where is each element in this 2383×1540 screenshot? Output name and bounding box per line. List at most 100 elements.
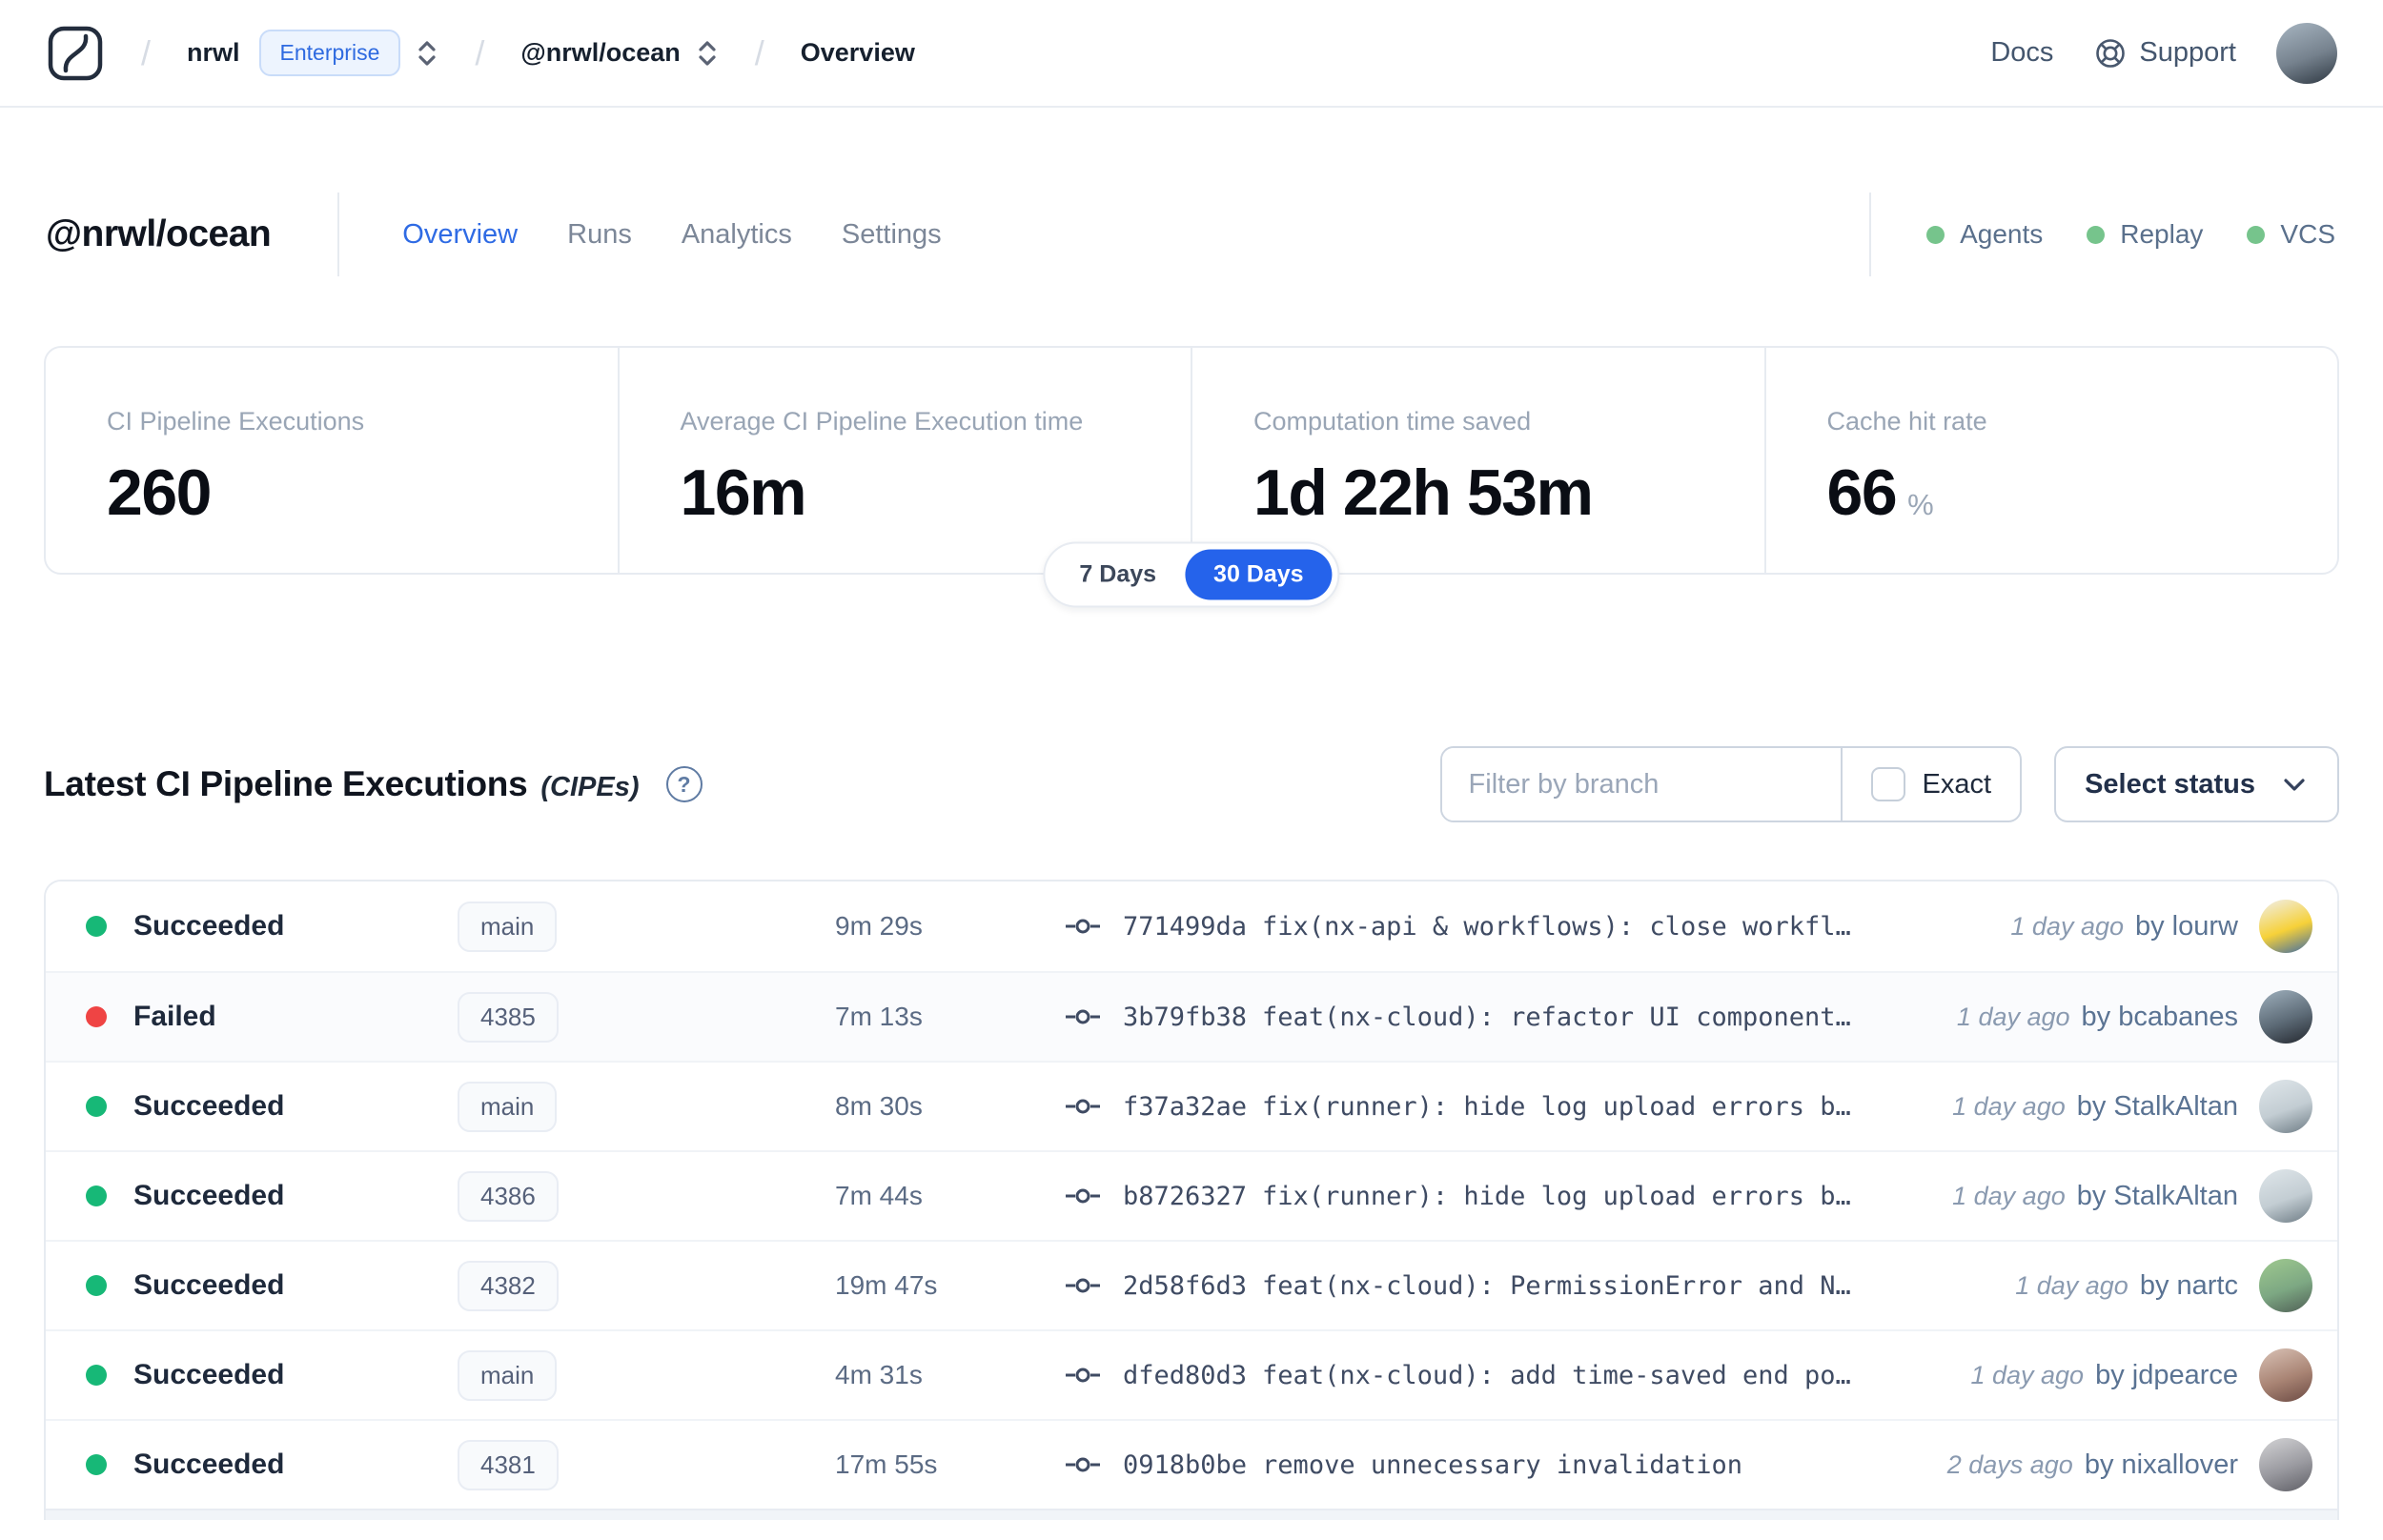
branch-badge[interactable]: 4382	[458, 1260, 559, 1311]
breadcrumb-workspace[interactable]: @nrwl/ocean	[520, 38, 680, 68]
breadcrumb-slash: /	[141, 32, 152, 72]
period-option-30-days[interactable]: 30 Days	[1185, 549, 1333, 600]
execution-time-ago: 1 day ago	[1956, 1002, 2070, 1031]
execution-row[interactable]: Failed 4385 7m 13s 3b79fb38 feat(nx-cloud…	[46, 971, 2337, 1061]
executions-subtitle: (CIPEs)	[540, 772, 640, 802]
status-dot-icon	[86, 1365, 107, 1386]
exact-label: Exact	[1922, 768, 1992, 800]
stat-card-average-execution-time: Average CI Pipeline Execution time 16m	[617, 348, 1192, 573]
author-avatar	[2259, 990, 2312, 1044]
exact-checkbox[interactable]	[1870, 767, 1905, 801]
git-commit-icon	[1066, 1368, 1100, 1383]
divider	[1869, 192, 1872, 276]
commit-text[interactable]: 0918b0be remove unnecessary invalidation	[1123, 1450, 1742, 1480]
commit-message: fix(runner): hide log upload errors b…	[1262, 1181, 1851, 1211]
executions-rows: Succeeded main 9m 29s 771499da fix(nx-api…	[46, 881, 2337, 1509]
tab-settings[interactable]: Settings	[842, 219, 942, 251]
stat-value: 1d 22h 53m	[1253, 456, 1594, 529]
stat-value: 66	[1826, 456, 1898, 529]
branch-filter-input[interactable]	[1441, 748, 1841, 821]
commit-text[interactable]: 2d58f6d3 feat(nx-cloud): PermissionError …	[1123, 1271, 1851, 1301]
commit-hash: 3b79fb38	[1123, 1002, 1248, 1032]
commit-hash: 2d58f6d3	[1123, 1270, 1248, 1301]
org-switcher-chevron-icon[interactable]	[416, 37, 438, 70]
branch-badge[interactable]: main	[458, 1081, 558, 1132]
git-commit-icon	[1066, 1188, 1100, 1204]
breadcrumb-org[interactable]: nrwl	[187, 38, 240, 68]
commit-hash: f37a32ae	[1123, 1091, 1248, 1122]
indicator-agents[interactable]: Agents	[1926, 219, 2043, 250]
commit-message: fix(runner): hide log upload errors b…	[1262, 1091, 1851, 1122]
status-select-label: Select status	[2085, 768, 2255, 800]
execution-time-ago: 1 day ago	[1970, 1360, 2085, 1389]
execution-row[interactable]: Succeeded 4386 7m 44s b8726327 fix(runner…	[46, 1150, 2337, 1240]
workspace-switcher-chevron-icon[interactable]	[696, 37, 719, 70]
execution-author: by nixallover	[2084, 1449, 2238, 1480]
stat-label: CI Pipeline Executions	[107, 407, 365, 436]
executions-section-header: Latest CI Pipeline Executions (CIPEs) ? …	[0, 746, 2383, 822]
execution-author: by lourw	[2135, 910, 2238, 942]
breadcrumb-slash: /	[475, 32, 485, 72]
execution-duration: 17m 55s	[835, 1449, 938, 1479]
execution-row[interactable]: Succeeded main 9m 29s 771499da fix(nx-api…	[46, 881, 2337, 971]
stat-label: Average CI Pipeline Execution time	[680, 407, 1084, 436]
commit-hash: b8726327	[1123, 1181, 1248, 1211]
lifebuoy-icon	[2096, 38, 2126, 68]
stats-cards: CI Pipeline Executions 260 Average CI Pi…	[44, 346, 2339, 575]
commit-text[interactable]: b8726327 fix(runner): hide log upload err…	[1123, 1182, 1851, 1211]
period-toggle: 7 Days 30 Days	[1043, 541, 1340, 608]
help-icon[interactable]: ?	[665, 766, 703, 802]
execution-row[interactable]: Succeeded main 4m 31s dfed80d3 feat(nx-cl…	[46, 1329, 2337, 1419]
execution-author: by bcabanes	[2081, 1001, 2238, 1032]
branch-badge[interactable]: 4381	[458, 1439, 559, 1490]
indicator-vcs[interactable]: VCS	[2247, 219, 2335, 250]
status-dot-icon	[86, 916, 107, 937]
branch-badge[interactable]: main	[458, 901, 558, 952]
nx-cloud-logo[interactable]	[46, 24, 105, 83]
author-avatar	[2259, 1438, 2312, 1491]
exact-match-toggle[interactable]: Exact	[1840, 748, 2021, 821]
breadcrumb-slash: /	[754, 32, 764, 72]
execution-status: Succeeded	[133, 1180, 285, 1211]
execution-duration: 4m 31s	[835, 1360, 923, 1389]
commit-text[interactable]: f37a32ae fix(runner): hide log upload err…	[1123, 1092, 1851, 1122]
green-dot-icon	[2087, 225, 2106, 244]
execution-row[interactable]: Succeeded main 8m 30s f37a32ae fix(runner…	[46, 1061, 2337, 1150]
support-link[interactable]: Support	[2093, 36, 2236, 71]
page-title: @nrwl/ocean	[46, 213, 272, 254]
author-avatar	[2259, 900, 2312, 953]
execution-status: Succeeded	[133, 1449, 285, 1480]
execution-author: by nartc	[2139, 1269, 2238, 1301]
period-option-7-days[interactable]: 7 Days	[1050, 550, 1185, 600]
branch-badge[interactable]: 4385	[458, 991, 559, 1043]
execution-time-ago: 1 day ago	[2010, 911, 2124, 941]
execution-author: by StalkAltan	[2076, 1090, 2238, 1122]
git-commit-icon	[1066, 1457, 1100, 1472]
status-select-dropdown[interactable]: Select status	[2054, 746, 2339, 822]
commit-message: feat(nx-cloud): add time-saved end po…	[1262, 1360, 1851, 1390]
status-dot-icon	[86, 1096, 107, 1117]
support-label: Support	[2139, 37, 2236, 68]
commit-text[interactable]: 771499da fix(nx-api & workflows): close w…	[1123, 912, 1851, 942]
commit-hash: 771499da	[1123, 911, 1248, 942]
stats-section: CI Pipeline Executions 260 Average CI Pi…	[44, 346, 2339, 608]
green-dot-icon	[2247, 225, 2266, 244]
tab-analytics[interactable]: Analytics	[682, 219, 792, 251]
status-dot-icon	[86, 1454, 107, 1475]
breadcrumb-page: Overview	[800, 38, 915, 67]
branch-badge[interactable]: main	[458, 1349, 558, 1401]
execution-status: Succeeded	[133, 1359, 285, 1390]
branch-badge[interactable]: 4386	[458, 1170, 559, 1222]
execution-row[interactable]: Succeeded 4382 19m 47s 2d58f6d3 feat(nx-c…	[46, 1240, 2337, 1329]
execution-row[interactable]: Succeeded 4381 17m 55s 0918b0be remove un…	[46, 1419, 2337, 1509]
indicator-replay[interactable]: Replay	[2087, 219, 2203, 250]
tab-overview[interactable]: Overview	[402, 219, 518, 251]
commit-text[interactable]: dfed80d3 feat(nx-cloud): add time-saved e…	[1123, 1361, 1851, 1390]
user-avatar[interactable]	[2276, 22, 2337, 84]
commit-text[interactable]: 3b79fb38 feat(nx-cloud): refactor UI comp…	[1123, 1003, 1851, 1032]
executions-table: Succeeded main 9m 29s 771499da fix(nx-api…	[44, 880, 2339, 1520]
tab-runs[interactable]: Runs	[567, 219, 632, 251]
execution-duration: 7m 44s	[835, 1181, 923, 1210]
commit-message: feat(nx-cloud): PermissionError and N…	[1262, 1270, 1851, 1301]
docs-link[interactable]: Docs	[1990, 37, 2053, 69]
